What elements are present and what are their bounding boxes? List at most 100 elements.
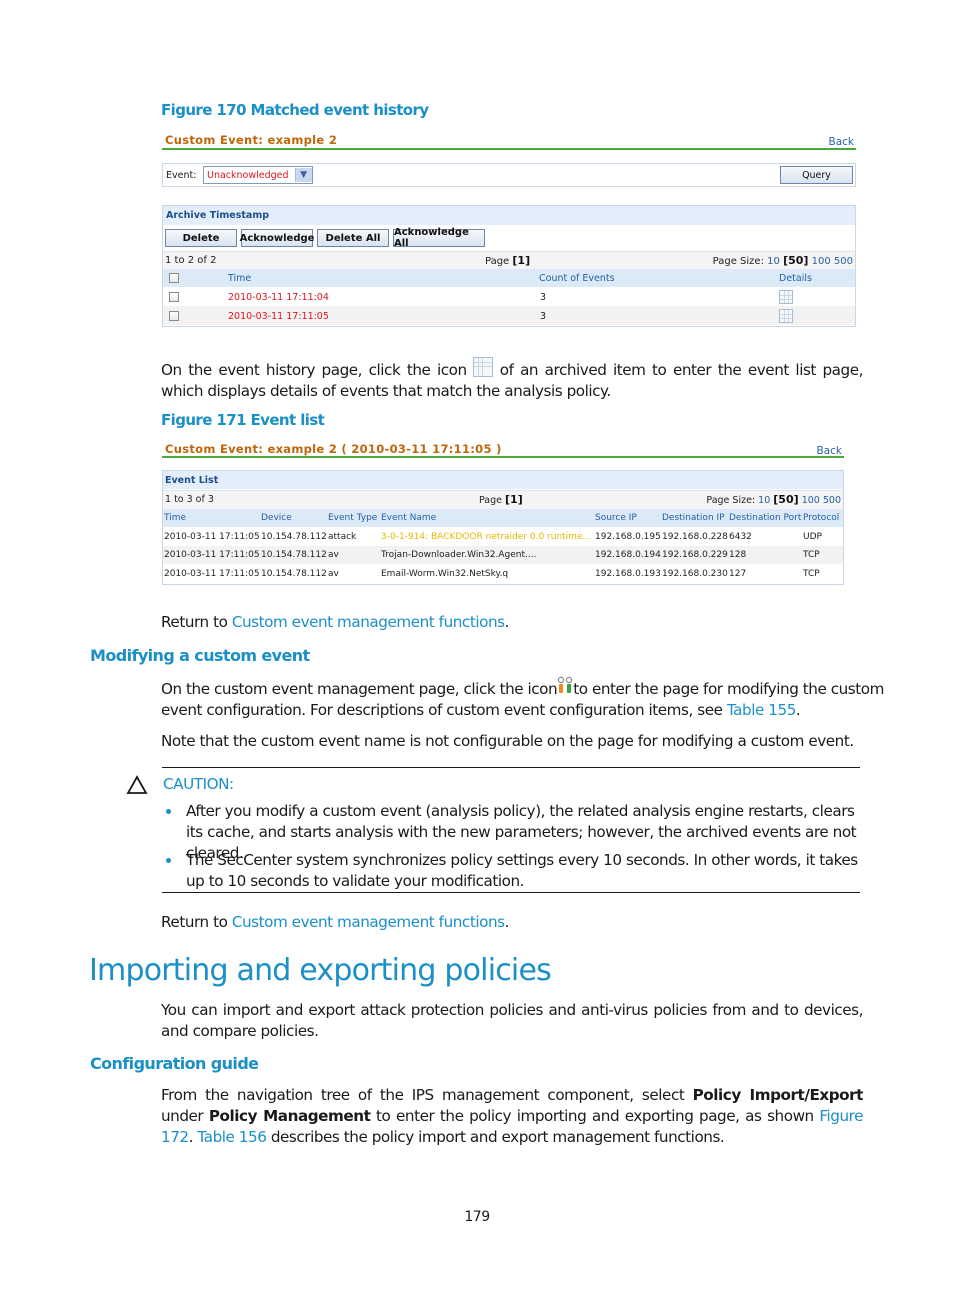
section-heading-importing: Importing and exporting policies [89, 953, 552, 988]
row-destination-port: 6432 [729, 532, 752, 542]
configuration-guide-paragraph: From the navigation tree of the IPS mana… [161, 1086, 864, 1146]
row-protocol: TCP [803, 550, 820, 560]
row-source-ip: 192.168.0.193 [595, 569, 661, 579]
policy-management-term: Policy Management [208, 1107, 371, 1125]
column-destination-port[interactable]: Destination Port [729, 513, 801, 523]
row-event-name[interactable]: Trojan-Downloader.Win32.Agent.... [381, 550, 536, 560]
filter-bar: Event: Unacknowledged ▼ Query [162, 163, 856, 187]
details-icon[interactable] [779, 309, 793, 323]
row-event-name[interactable]: Email-Worm.Win32.NetSky.q [381, 569, 508, 579]
modifying-paragraph: On the custom event management page, cli… [161, 676, 884, 721]
row-protocol: UDP [803, 532, 822, 542]
row-event-type: av [328, 569, 339, 579]
column-destination-ip[interactable]: Destination IP [662, 513, 725, 523]
row-source-ip: 192.168.0.195 [595, 532, 661, 542]
matched-event-history-screenshot: Custom Event: example 2 Back Event: Unac… [162, 130, 856, 330]
page-size-10[interactable]: 10 [767, 256, 780, 267]
event-history-paragraph: On the event history page, click the ico… [161, 357, 863, 402]
page-size-selector: Page Size: 10 [50] 100 500 [712, 254, 853, 267]
event-list-screenshot: Custom Event: example 2 ( 2010-03-11 17:… [162, 440, 844, 585]
ui-page-title: Custom Event: example 2 ( 2010-03-11 17:… [165, 442, 502, 456]
details-icon[interactable] [779, 290, 793, 304]
figure-170-caption: Figure 170 Matched event history [161, 101, 429, 119]
page-indicator: Page [1] [479, 493, 523, 506]
page-number: 179 [464, 1209, 490, 1225]
row-event-type: av [328, 550, 339, 560]
acknowledge-button[interactable]: Acknowledge [240, 229, 314, 247]
row-device: 10.154.78.112 [261, 532, 327, 542]
section-heading-modifying: Modifying a custom event [90, 646, 310, 665]
column-details[interactable]: Details [779, 273, 812, 284]
custom-event-management-link[interactable]: Custom event management functions [232, 613, 505, 631]
event-list-panel: Event List 1 to 3 of 3 Page [1] Page Siz… [162, 470, 844, 585]
column-time[interactable]: Time [164, 513, 186, 523]
column-event-type[interactable]: Event Type [328, 513, 377, 523]
action-toolbar: Delete Acknowledge Delete All Acknowledg… [163, 226, 855, 251]
bullet-icon [166, 809, 171, 814]
chevron-down-icon[interactable]: ▼ [294, 168, 312, 182]
page-size-500[interactable]: 500 [823, 495, 841, 506]
event-filter-label: Event: [166, 170, 197, 181]
row-device: 10.154.78.112 [261, 550, 327, 560]
event-filter-value: Unacknowledged [207, 169, 289, 181]
record-range: 1 to 3 of 3 [165, 494, 214, 505]
back-link[interactable]: Back [829, 136, 855, 148]
details-icon [473, 357, 494, 377]
table-header: Time Count of Events Details [163, 269, 855, 287]
title-divider [162, 148, 856, 150]
pager-bar: 1 to 3 of 3 Page [1] Page Size: 10 [50] … [163, 490, 843, 509]
table-row: 2010-03-11 17:11:05 10.154.78.112 av Ema… [163, 564, 843, 583]
note-paragraph: Note that the custom event name is not c… [161, 732, 854, 750]
modify-icon [557, 676, 573, 694]
page-size-10[interactable]: 10 [758, 495, 770, 506]
acknowledge-all-button[interactable]: Acknowledge All [393, 227, 485, 249]
ui-page-title: Custom Event: example 2 [165, 133, 338, 147]
table-header: Time Device Event Type Event Name Source… [163, 509, 843, 527]
custom-event-management-link[interactable]: Custom event management functions [232, 913, 505, 931]
table-row: 2010-03-11 17:11:05 3 [163, 306, 855, 325]
row-time: 2010-03-11 17:11:05 [228, 311, 329, 322]
delete-all-button[interactable]: Delete All [317, 229, 389, 247]
policy-import-export-term: Policy Import/Export [692, 1086, 864, 1104]
row-device: 10.154.78.112 [261, 569, 327, 579]
caution-bottom-rule [162, 892, 860, 893]
row-destination-port: 127 [729, 569, 747, 579]
return-paragraph: Return to Custom event management functi… [161, 913, 509, 931]
page-size-selector: Page Size: 10 [50] 100 500 [706, 493, 841, 506]
row-destination-ip: 192.168.0.228 [662, 532, 728, 542]
column-protocol[interactable]: Protocol [803, 513, 839, 523]
row-destination-ip: 192.168.0.229 [662, 550, 728, 560]
row-destination-port: 128 [729, 550, 747, 560]
column-source-ip[interactable]: Source IP [595, 513, 637, 523]
current-page: [1] [512, 254, 531, 267]
query-button[interactable]: Query [780, 166, 853, 184]
row-protocol: TCP [803, 569, 820, 579]
caution-label: CAUTION: [163, 775, 234, 793]
select-all-checkbox[interactable] [169, 273, 179, 283]
page-size-50: [50] [783, 254, 809, 267]
column-device[interactable]: Device [261, 513, 292, 523]
column-count[interactable]: Count of Events [539, 273, 615, 284]
table-155-link[interactable]: Table 155 [727, 701, 796, 719]
page-size-100[interactable]: 100 [812, 256, 831, 267]
page-size-100[interactable]: 100 [802, 495, 820, 506]
section-heading-configuration-guide: Configuration guide [90, 1054, 259, 1073]
page-size-500[interactable]: 500 [834, 256, 853, 267]
row-checkbox[interactable] [169, 292, 179, 302]
row-checkbox[interactable] [169, 311, 179, 321]
table-row: 2010-03-11 17:11:05 10.154.78.112 attack… [163, 527, 843, 546]
record-range: 1 to 2 of 2 [165, 255, 217, 266]
warning-triangle-icon [126, 775, 148, 800]
column-time[interactable]: Time [228, 273, 251, 284]
event-filter-select[interactable]: Unacknowledged ▼ [203, 166, 313, 184]
table-row: 2010-03-11 17:11:04 3 [163, 287, 855, 306]
current-page: [1] [505, 493, 523, 506]
delete-button[interactable]: Delete [165, 229, 237, 247]
column-event-name[interactable]: Event Name [381, 513, 436, 523]
caution-top-rule [162, 767, 860, 768]
table-156-link[interactable]: Table 156 [197, 1128, 266, 1146]
page-indicator: Page [1] [485, 254, 531, 267]
row-event-name[interactable]: 3-0-1-914: BACKDOOR netraider 0.0 runtim… [381, 532, 591, 542]
title-divider [162, 456, 844, 458]
panel-title: Event List [165, 475, 219, 486]
